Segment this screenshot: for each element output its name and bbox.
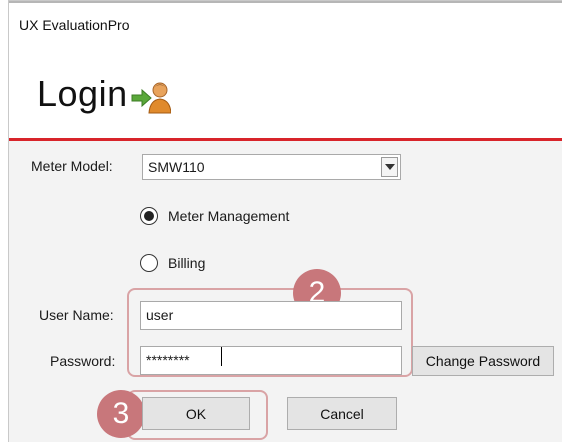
meter-model-select[interactable]: SMW110 xyxy=(142,154,401,180)
ok-button[interactable]: OK xyxy=(142,397,250,430)
password-label: Password: xyxy=(50,353,116,369)
password-input[interactable]: ******** xyxy=(140,346,402,375)
dropdown-button[interactable] xyxy=(381,157,398,177)
meter-model-value: SMW110 xyxy=(148,159,205,175)
username-input[interactable]: user xyxy=(140,301,402,330)
meter-model-label: Meter Model: xyxy=(31,158,113,174)
password-value: ******** xyxy=(146,352,190,368)
page-title: Login xyxy=(37,73,128,114)
radio-meter-management[interactable] xyxy=(140,207,158,225)
text-caret xyxy=(221,347,222,366)
login-user-icon xyxy=(131,82,171,114)
change-password-button[interactable]: Change Password xyxy=(412,346,554,376)
radio-meter-management-label[interactable]: Meter Management xyxy=(168,208,289,224)
radio-selected-dot xyxy=(144,211,154,221)
username-value: user xyxy=(146,307,174,323)
username-label: User Name: xyxy=(39,307,114,323)
login-window: UX EvaluationPro Login Meter Model: SMW1… xyxy=(8,0,562,442)
login-header: Login xyxy=(9,51,562,138)
callout-badge-3: 3 xyxy=(97,390,145,438)
header-accent-line xyxy=(9,138,562,141)
cancel-button[interactable]: Cancel xyxy=(287,397,397,430)
window-title: UX EvaluationPro xyxy=(19,17,130,33)
title-bar: UX EvaluationPro xyxy=(9,3,562,51)
radio-billing-label[interactable]: Billing xyxy=(168,255,205,271)
chevron-down-icon xyxy=(385,164,395,170)
radio-billing[interactable] xyxy=(140,254,158,272)
